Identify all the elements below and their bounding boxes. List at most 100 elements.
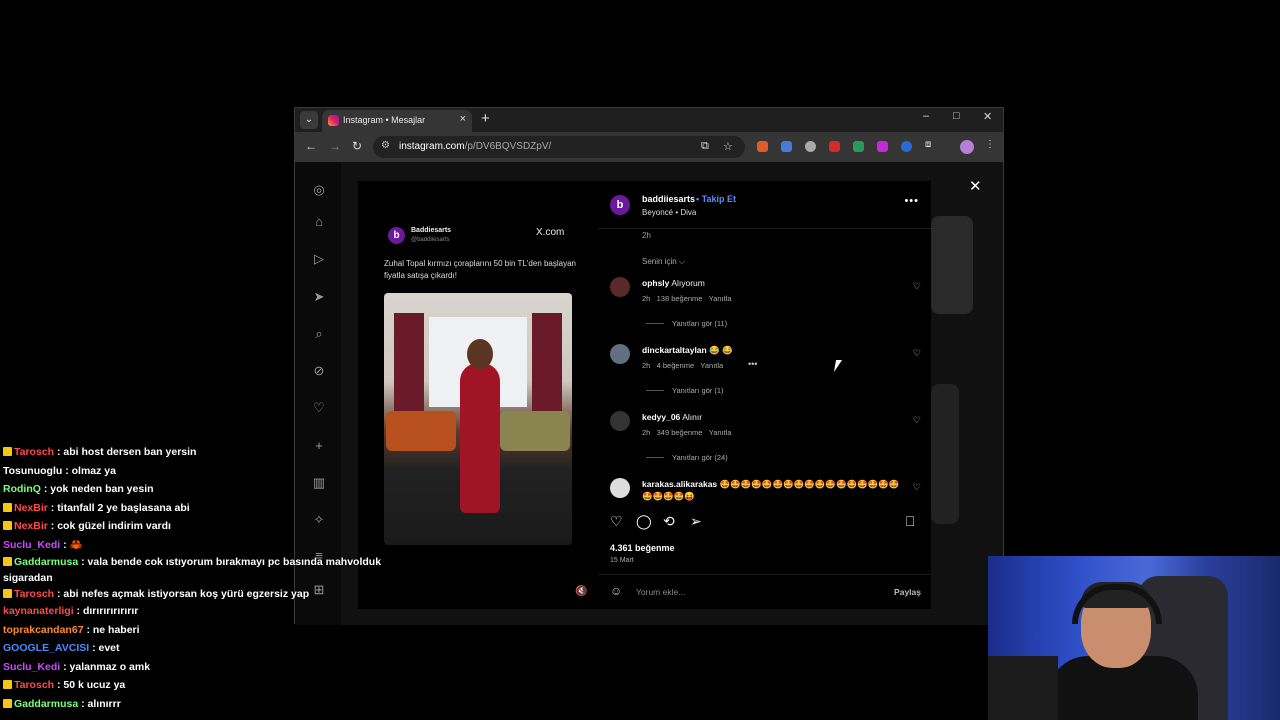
chat-text: : evet (89, 642, 120, 654)
chat-username[interactable]: kaynanaterligi (3, 605, 74, 617)
replies-line (646, 457, 664, 458)
extension-1-icon[interactable] (757, 141, 768, 152)
browser-menu-icon[interactable]: ⋮ (985, 139, 995, 150)
post-comment-button[interactable]: Paylaş (894, 587, 921, 597)
chat-username[interactable]: Tarosch (14, 679, 54, 691)
extension-3-icon[interactable] (805, 141, 816, 152)
comment-likes[interactable]: 138 beğenme (657, 294, 703, 303)
explore-icon[interactable]: ⊘ (311, 363, 327, 379)
post-music[interactable]: Beyoncé • Diva (642, 208, 696, 217)
tab-instagram[interactable]: Instagram • Mesajlar × (322, 110, 472, 132)
extensions-puzzle-icon[interactable]: ⧈ (925, 139, 931, 150)
save-icon[interactable]: ⎕ (906, 513, 914, 530)
new-tab-button[interactable]: + (481, 110, 490, 127)
maximize-button[interactable]: □ (953, 110, 960, 122)
post-options-button[interactable]: ••• (904, 195, 919, 207)
see-replies-button[interactable]: Yanıtları gör (1) (672, 386, 724, 395)
chat-username[interactable]: GOOGLE_AVCISI (3, 642, 89, 654)
post-media[interactable]: b Baddiesarts @baddiiesarts X.com Zuhal … (358, 181, 598, 609)
follow-button[interactable]: • Takip Et (696, 194, 736, 204)
comment-like-icon[interactable]: ♡ (913, 482, 921, 493)
post-modal: b Baddiesarts @baddiiesarts X.com Zuhal … (358, 181, 931, 609)
chat-badge-icon (3, 557, 12, 566)
comment-like-icon[interactable]: ♡ (913, 415, 921, 426)
reels-icon[interactable]: ▷ (311, 251, 327, 267)
chat-message: Tarosch : 50 k ucuz ya (3, 676, 383, 695)
chat-username[interactable]: RodinQ (3, 483, 41, 495)
comment-icon[interactable]: ◯ (636, 513, 652, 530)
forward-button[interactable]: → (329, 139, 341, 153)
chat-username[interactable]: NexBir (14, 502, 48, 514)
chat-message: Suclu_Kedi : 🦀 (3, 536, 383, 555)
tweet-handle: @baddiiesarts (411, 237, 450, 243)
comment-user[interactable]: dinckartaltaylan (642, 345, 707, 355)
reply-button[interactable]: Yanıtla (700, 361, 723, 370)
like-count[interactable]: 4.361 beğenme (610, 543, 675, 553)
repost-icon[interactable]: ⟲ (663, 513, 675, 530)
post-author-username[interactable]: baddiiesarts (642, 194, 695, 204)
mute-icon[interactable]: 🔇 (575, 586, 587, 597)
see-replies-button[interactable]: Yanıtları gör (24) (672, 453, 728, 462)
comment-like-icon[interactable]: ♡ (913, 348, 921, 359)
close-window-button[interactable]: ✕ (983, 110, 992, 123)
tab-search-button[interactable]: ⌄ (300, 111, 318, 129)
tab-close-button[interactable]: × (460, 113, 466, 125)
chat-text: : dırırırırırırır (73, 605, 139, 617)
emoji-icon[interactable]: ☺ (610, 584, 622, 598)
comment-options-button[interactable]: ••• (748, 359, 757, 369)
chat-message: kaynanaterligi : dırırırırırırır (3, 602, 383, 621)
reply-button[interactable]: Yanıtla (709, 428, 732, 437)
extension-7-icon[interactable] (901, 141, 912, 152)
chat-username[interactable]: Suclu_Kedi (3, 539, 60, 551)
comment-avatar[interactable] (610, 344, 630, 364)
chat-username[interactable]: Tarosch (14, 588, 54, 600)
chat-username[interactable]: Gaddarmusa (14, 556, 78, 568)
like-icon[interactable]: ♡ (610, 513, 623, 530)
comment-avatar[interactable] (610, 411, 630, 431)
chat-username[interactable]: NexBir (14, 520, 48, 532)
comment-like-icon[interactable]: ♡ (913, 281, 921, 292)
see-replies-button[interactable]: Yanıtları gör (11) (672, 319, 727, 328)
instagram-icon[interactable]: ◎ (311, 182, 327, 198)
chat-username[interactable]: Tarosch (14, 446, 54, 458)
reply-button[interactable]: Yanıtla (709, 294, 732, 303)
messages-icon[interactable]: ➤ (311, 289, 327, 305)
home-icon[interactable]: ⌂ (311, 214, 327, 229)
comment-avatar[interactable] (610, 478, 630, 498)
chat-message: GOOGLE_AVCISI : evet (3, 639, 383, 658)
search-icon[interactable]: ⌕ (311, 326, 327, 342)
install-app-icon[interactable]: ⧉ (701, 140, 709, 153)
address-bar[interactable]: ⚙ instagram.com/p/DV6BQVSDZpV/ ⧉ ☆ (373, 136, 745, 158)
bookmark-star-icon[interactable]: ☆ (723, 140, 733, 153)
chat-username[interactable]: Gaddarmusa (14, 698, 78, 710)
comment-likes[interactable]: 349 beğenme (657, 428, 703, 437)
tweet-avatar: b (388, 227, 405, 244)
notifications-icon[interactable]: ♡ (311, 400, 327, 416)
comment-input[interactable]: Yorum ekle... (636, 587, 685, 597)
comment-avatar[interactable] (610, 277, 630, 297)
chat-username[interactable]: Tosunuoglu (3, 465, 62, 477)
comment-likes[interactable]: 4 beğenme (657, 361, 695, 370)
background-image-card (931, 384, 959, 524)
chat-text: : yalanmaz o amk (60, 660, 151, 673)
close-modal-icon[interactable]: ✕ (969, 177, 982, 195)
profile-avatar[interactable] (960, 140, 974, 154)
chat-username[interactable]: Suclu_Kedi (3, 661, 60, 673)
comment-user[interactable]: karakas.alikarakas (642, 479, 717, 489)
chat-username[interactable]: toprakcandan67 (3, 624, 84, 636)
comment-text: ophsly Alıyorum (642, 278, 705, 288)
back-button[interactable]: ← (305, 139, 317, 153)
comment-sort-dropdown[interactable]: Senin için ⌵ (642, 257, 685, 267)
photo-sofa-left (386, 411, 456, 451)
extension-4-icon[interactable] (829, 141, 840, 152)
site-info-icon[interactable]: ⚙ (381, 140, 390, 151)
post-author-avatar[interactable]: b (610, 195, 630, 215)
extension-5-icon[interactable] (853, 141, 864, 152)
extension-translate-icon[interactable] (781, 141, 792, 152)
reload-button[interactable]: ↻ (352, 139, 362, 153)
comment-user[interactable]: kedyy_06 (642, 412, 680, 422)
extension-6-icon[interactable] (877, 141, 888, 152)
comment-user[interactable]: ophsly (642, 278, 669, 288)
minimize-button[interactable]: – (923, 110, 929, 122)
share-icon[interactable]: ➢ (690, 513, 702, 530)
